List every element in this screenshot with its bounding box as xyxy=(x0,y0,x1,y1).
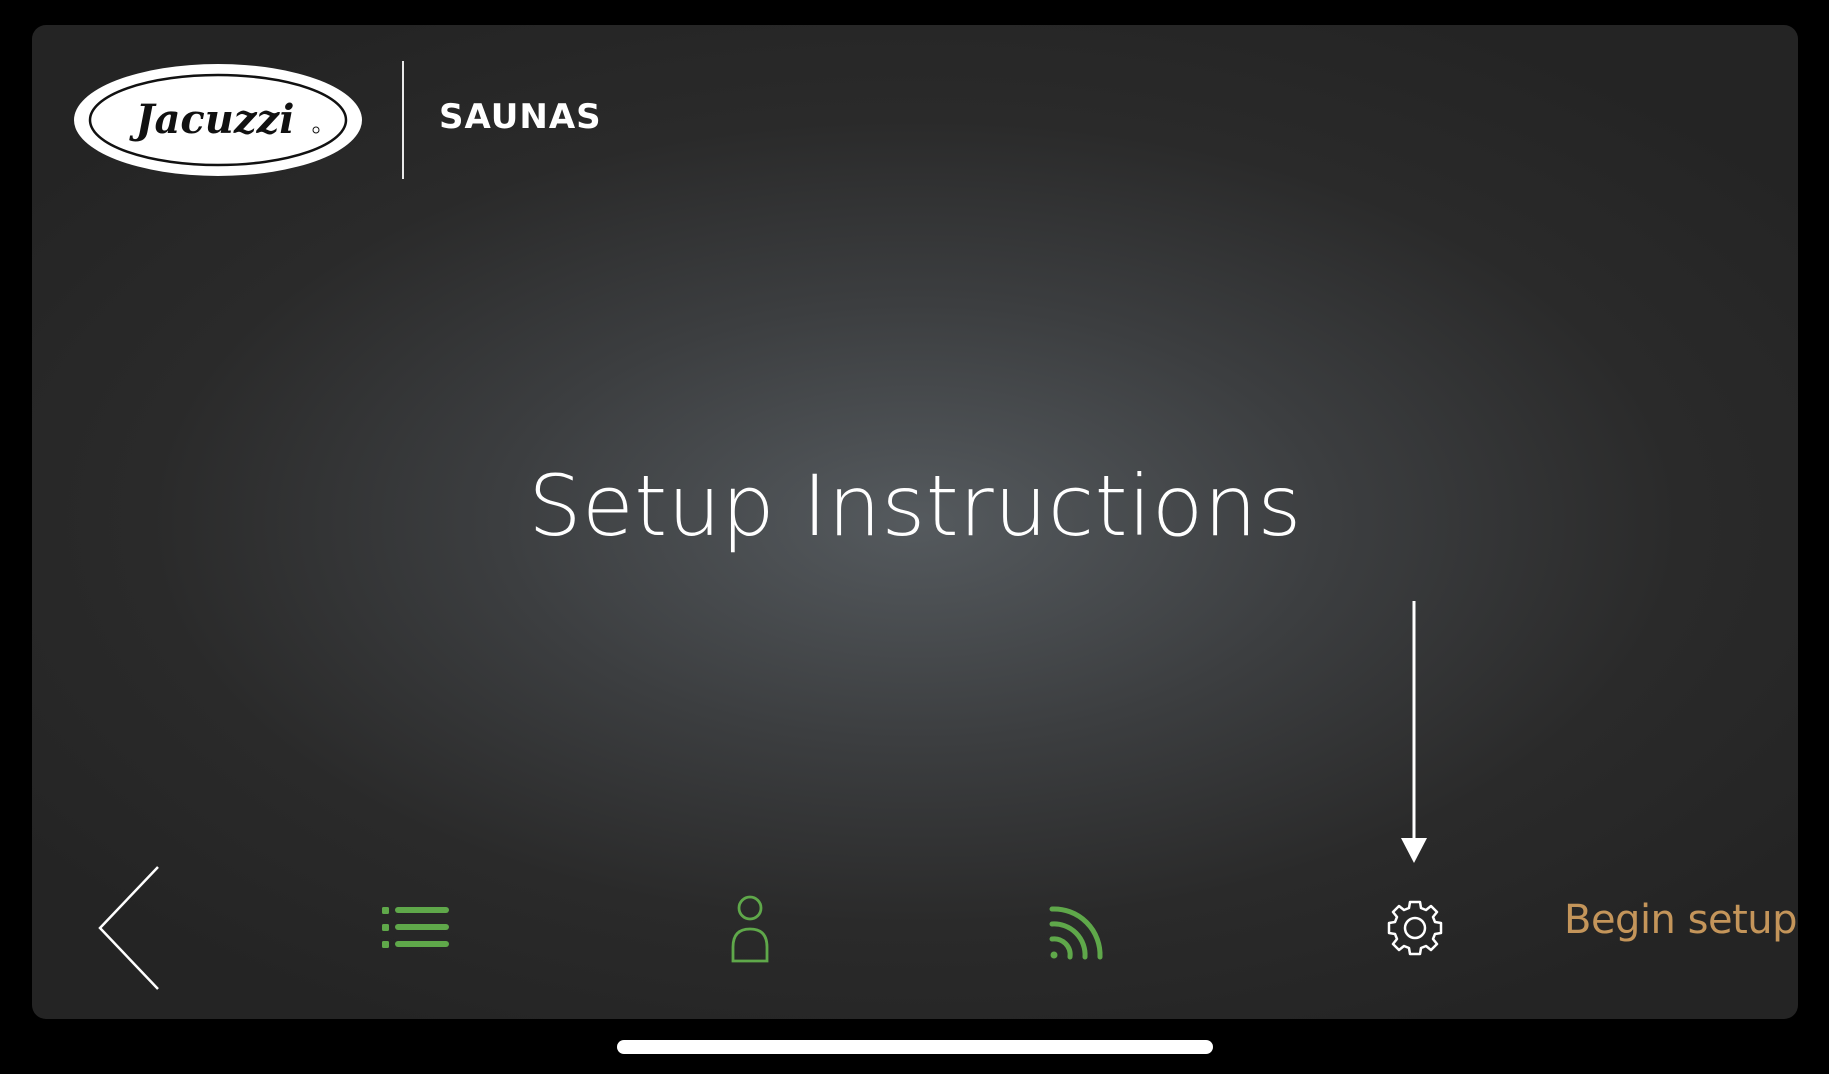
settings-button[interactable] xyxy=(1382,895,1448,961)
home-indicator[interactable] xyxy=(617,1040,1213,1054)
app-screen: Jacuzzi SAUNAS Setup Instructions Begin … xyxy=(32,25,1798,1019)
wifi-icon xyxy=(1049,906,1103,960)
begin-setup-button[interactable]: Begin setup xyxy=(1564,897,1798,943)
svg-text:Jacuzzi: Jacuzzi xyxy=(129,96,295,143)
jacuzzi-logo: Jacuzzi xyxy=(74,64,362,176)
header-divider xyxy=(402,61,404,179)
back-chevron-icon xyxy=(98,866,159,990)
down-arrow-icon xyxy=(1401,601,1427,863)
back-button[interactable] xyxy=(96,863,176,993)
gear-icon xyxy=(1387,900,1443,956)
user-icon xyxy=(731,895,769,963)
menu-button[interactable] xyxy=(382,895,462,961)
page-title: Setup Instructions xyxy=(528,457,1302,555)
list-menu-icon xyxy=(382,907,449,948)
wifi-button[interactable] xyxy=(1044,895,1110,965)
user-button[interactable] xyxy=(720,891,780,967)
brand-label: SAUNAS xyxy=(439,97,602,137)
